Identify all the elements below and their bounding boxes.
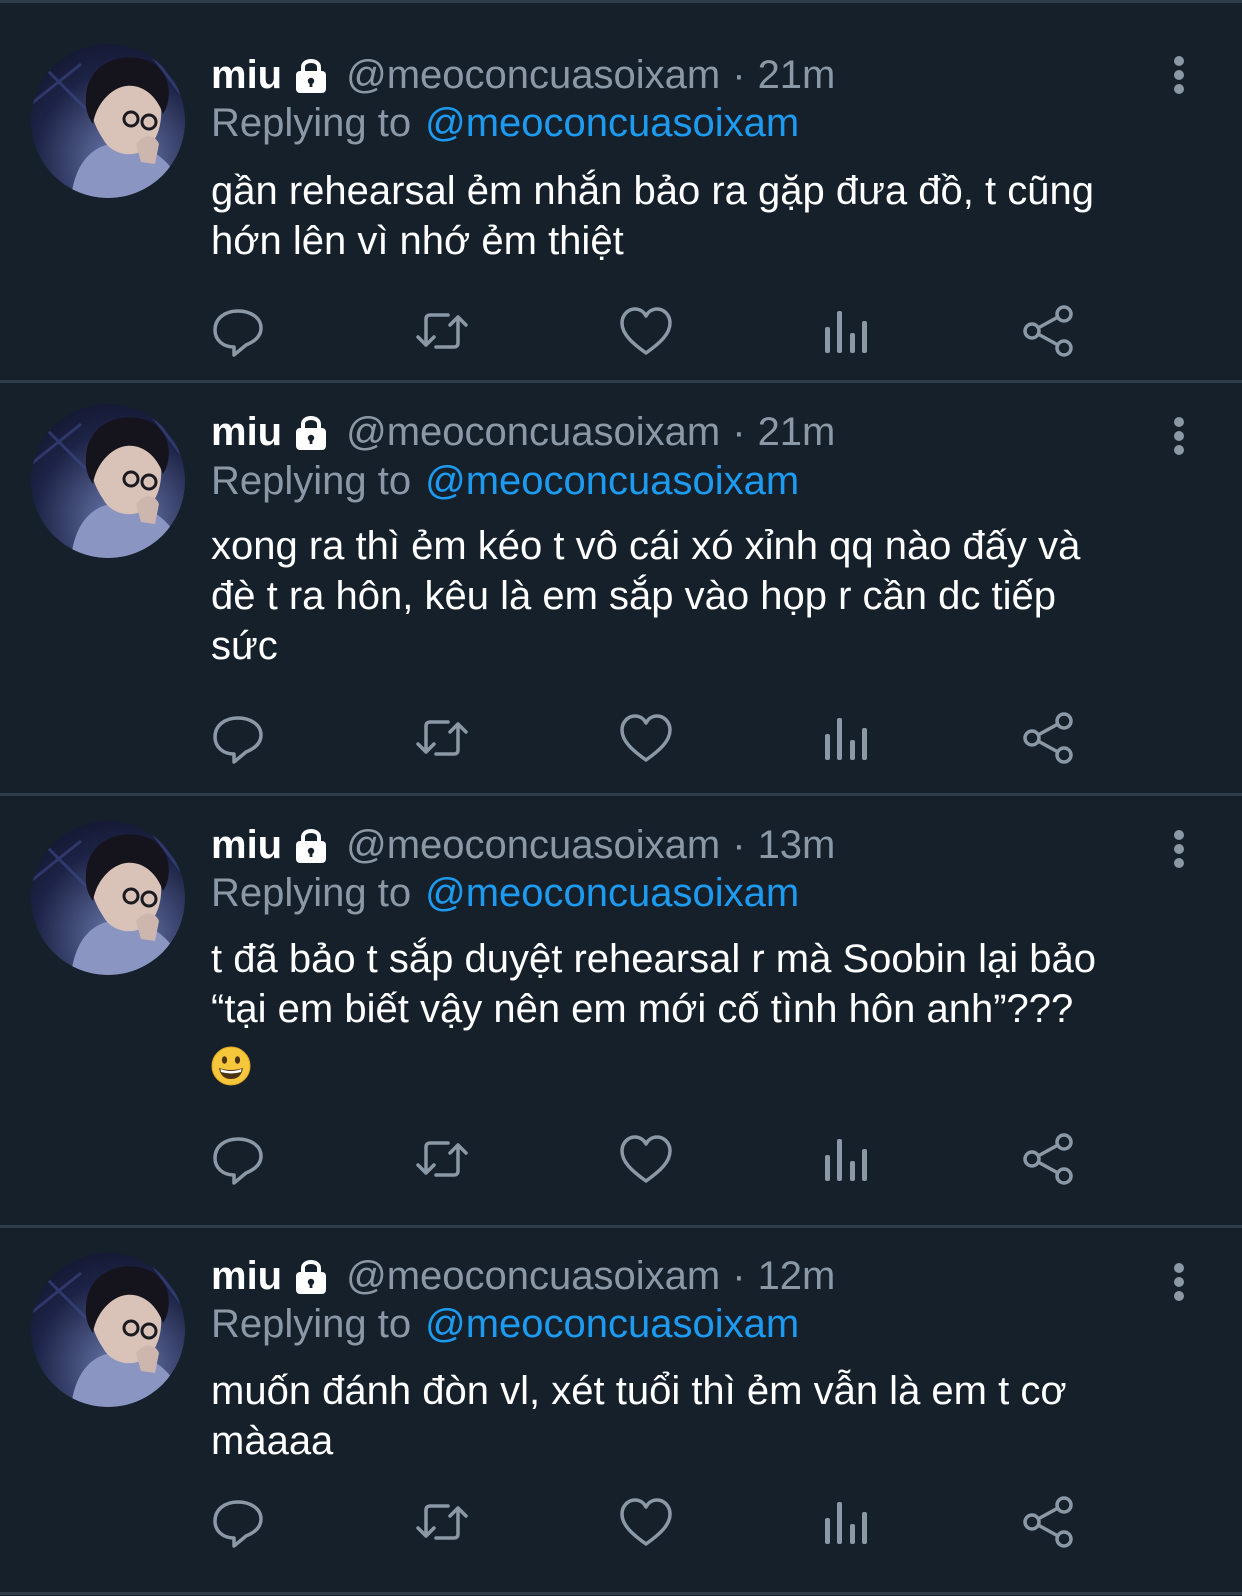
display-name[interactable]: miu — [211, 823, 282, 868]
retweet-icon[interactable] — [414, 1494, 470, 1550]
action-bar — [0, 710, 1242, 770]
retweet-icon[interactable] — [414, 303, 470, 359]
avatar-photo — [31, 1262, 185, 1407]
tweet[interactable]: miu @meoconcuasoixam · 21m Replying to @… — [0, 383, 1242, 796]
avatar-photo — [31, 830, 185, 975]
timestamp[interactable]: 13m — [758, 823, 836, 868]
more-icon[interactable] — [1168, 1262, 1190, 1306]
tweet-header: miu @meoconcuasoixam · 21m — [211, 407, 835, 457]
lock-icon — [296, 59, 327, 93]
avatar[interactable] — [31, 1253, 185, 1407]
share-icon[interactable] — [1020, 710, 1076, 766]
handle[interactable]: @meoconcuasoixam — [346, 823, 720, 868]
display-name[interactable]: miu — [211, 53, 282, 98]
share-icon[interactable] — [1020, 1131, 1076, 1187]
reply-icon[interactable] — [210, 303, 266, 359]
timestamp[interactable]: 21m — [758, 410, 836, 455]
tweet-text: gần rehearsal ẻm nhắn bảo ra gặp đưa đồ,… — [211, 169, 1094, 263]
like-icon[interactable] — [618, 1131, 674, 1187]
share-icon[interactable] — [1020, 303, 1076, 359]
tweet[interactable]: miu @meoconcuasoixam · 12m Replying to @… — [0, 1228, 1242, 1595]
retweet-icon[interactable] — [414, 710, 470, 766]
separator-dot: · — [732, 409, 746, 454]
replying-label: Replying to — [211, 1301, 412, 1346]
handle[interactable]: @meoconcuasoixam — [346, 53, 720, 98]
like-icon[interactable] — [618, 710, 674, 766]
tweet-header: miu @meoconcuasoixam · 13m — [211, 820, 835, 870]
avatar[interactable] — [31, 821, 185, 975]
replying-handle-link[interactable]: @meoconcuasoixam — [425, 101, 799, 146]
analytics-icon[interactable] — [820, 710, 876, 766]
replying-label: Replying to — [211, 870, 412, 915]
handle[interactable]: @meoconcuasoixam — [346, 1254, 720, 1299]
action-bar — [0, 1494, 1242, 1554]
tweet-text: xong ra thì ẻm kéo t vô cái xó xỉnh qq n… — [211, 524, 1081, 668]
replying-label: Replying to — [211, 458, 412, 503]
reply-icon[interactable] — [210, 710, 266, 766]
avatar-photo — [31, 413, 185, 558]
tweet-header: miu @meoconcuasoixam · 21m — [211, 50, 835, 100]
reply-icon[interactable] — [210, 1131, 266, 1187]
lock-icon — [296, 1260, 327, 1294]
tweet-text: t đã bảo t sắp duyệt rehearsal r mà Soob… — [211, 937, 1096, 1031]
display-name[interactable]: miu — [211, 1254, 282, 1299]
replying-handle-link[interactable]: @meoconcuasoixam — [425, 1302, 799, 1347]
lock-icon — [296, 416, 327, 450]
action-bar — [0, 303, 1242, 363]
analytics-icon[interactable] — [820, 1494, 876, 1550]
display-name[interactable]: miu — [211, 410, 282, 455]
timestamp[interactable]: 12m — [758, 1254, 836, 1299]
like-icon[interactable] — [618, 1494, 674, 1550]
avatar-photo — [31, 53, 185, 198]
timestamp[interactable]: 21m — [758, 53, 836, 98]
separator-dot: · — [732, 822, 746, 867]
replying-label: Replying to — [211, 100, 412, 145]
more-icon[interactable] — [1168, 55, 1190, 99]
grinning-face-emoji — [211, 1046, 251, 1086]
replying-handle-link[interactable]: @meoconcuasoixam — [425, 459, 799, 504]
more-icon[interactable] — [1168, 829, 1190, 873]
analytics-icon[interactable] — [820, 303, 876, 359]
retweet-icon[interactable] — [414, 1131, 470, 1187]
replying-to: Replying to @meoconcuasoixam — [211, 456, 799, 506]
tweet-text: muốn đánh đòn vl, xét tuổi thì ẻm vẫn là… — [211, 1369, 1067, 1463]
replying-handle-link[interactable]: @meoconcuasoixam — [425, 871, 799, 916]
analytics-icon[interactable] — [820, 1131, 876, 1187]
more-icon[interactable] — [1168, 416, 1190, 460]
separator-dot: · — [732, 1253, 746, 1298]
tweet[interactable]: miu @meoconcuasoixam · 13m Replying to @… — [0, 796, 1242, 1228]
action-bar — [0, 1131, 1242, 1191]
tweet[interactable]: miu @meoconcuasoixam · 21m Replying to @… — [0, 3, 1242, 383]
replying-to: Replying to @meoconcuasoixam — [211, 1299, 799, 1349]
replying-to: Replying to @meoconcuasoixam — [211, 868, 799, 918]
avatar[interactable] — [31, 404, 185, 558]
handle[interactable]: @meoconcuasoixam — [346, 410, 720, 455]
replying-to: Replying to @meoconcuasoixam — [211, 98, 799, 148]
lock-icon — [296, 829, 327, 863]
avatar[interactable] — [31, 44, 185, 198]
share-icon[interactable] — [1020, 1494, 1076, 1550]
tweet-header: miu @meoconcuasoixam · 12m — [211, 1251, 835, 1301]
reply-icon[interactable] — [210, 1494, 266, 1550]
separator-dot: · — [732, 52, 746, 97]
like-icon[interactable] — [618, 303, 674, 359]
